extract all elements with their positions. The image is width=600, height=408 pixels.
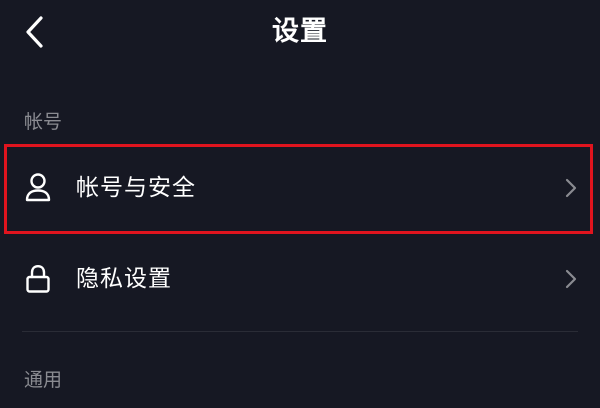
chevron-right-icon xyxy=(565,269,577,289)
header: 设置 xyxy=(0,0,600,68)
lock-icon xyxy=(26,264,50,293)
menu-item-label: 隐私设置 xyxy=(76,266,172,292)
highlight-frame xyxy=(4,144,593,234)
page-title: 设置 xyxy=(272,16,328,47)
menu-item-privacy-settings[interactable]: 隐私设置 xyxy=(0,235,600,323)
section-label-general: 通用 xyxy=(24,369,63,391)
menu-item-account-security[interactable]: 帐号与安全 xyxy=(0,144,600,234)
settings-screen: 设置 帐号 帐号与安全 隐私设置 通用 xyxy=(0,0,600,408)
section-label-account: 帐号 xyxy=(24,111,63,133)
section-divider xyxy=(22,331,578,332)
